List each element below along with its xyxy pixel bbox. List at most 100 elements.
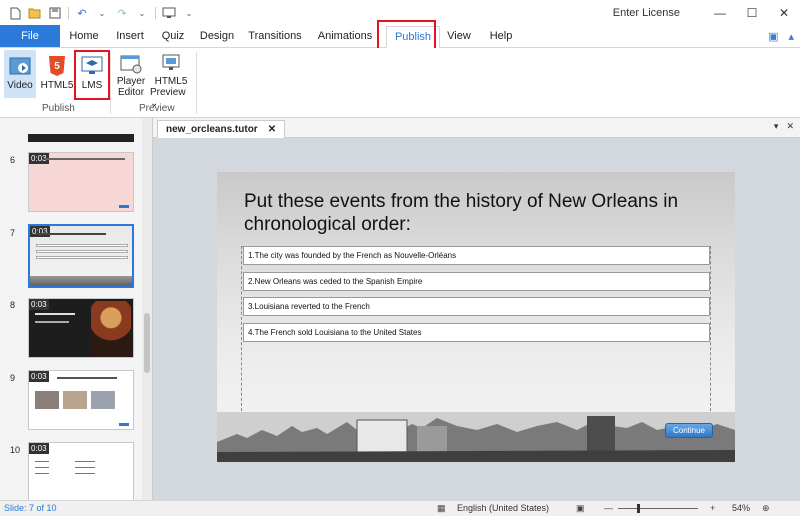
tab-quiz[interactable]: Quiz — [152, 25, 194, 47]
fit-slide-icon[interactable]: ▣ — [576, 503, 585, 514]
tab-insert[interactable]: Insert — [108, 25, 152, 47]
ribbon: Video 5 HTML5 LMS Publish Player Editor … — [0, 48, 800, 118]
slide-number: 8 — [10, 300, 16, 310]
save-icon[interactable] — [48, 6, 62, 20]
slide-thumbnail-6[interactable]: 0:03 — [28, 152, 134, 212]
undo-icon[interactable]: ↶ — [75, 6, 89, 20]
tab-transitions[interactable]: Transitions — [240, 25, 310, 47]
publish-group-label: Publish — [42, 103, 75, 114]
tab-animations[interactable]: Animations — [310, 25, 380, 47]
tab-file[interactable]: File — [0, 25, 60, 47]
zoom-in-button[interactable]: + — [710, 503, 715, 513]
sequence-item[interactable]: 4.The French sold Louisiana to the Unite… — [243, 323, 710, 342]
close-button[interactable]: ✕ — [768, 0, 800, 26]
thumb-text-line — [35, 461, 49, 462]
video-button[interactable]: Video — [4, 50, 36, 98]
slide-thumbnail-7[interactable]: 0:03 — [28, 224, 134, 288]
preview-icon[interactable] — [162, 6, 176, 20]
tab-list-icon[interactable]: ▾ — [774, 121, 779, 132]
slide-number: 9 — [10, 373, 16, 383]
thumb-button — [119, 423, 129, 426]
zoom-out-button[interactable]: — — [604, 503, 613, 513]
thumb-text-line — [36, 256, 128, 259]
status-bar: Slide: 7 of 10 ▦ English (United States)… — [0, 500, 800, 516]
sequence-item[interactable]: 1.The city was founded by the French as … — [243, 246, 710, 265]
slide-panel-scroll-thumb[interactable] — [144, 313, 150, 373]
language-icon: ▦ — [437, 503, 446, 513]
html5-icon: 5 — [45, 54, 69, 78]
slide-editor[interactable]: Put these events from the history of New… — [217, 172, 735, 462]
sequence-item[interactable]: 3.Louisiana reverted to the French — [243, 297, 710, 316]
redo-icon[interactable]: ↷ — [115, 6, 129, 20]
title-bar: ↶ ⌄ ↷ ⌄ ⌄ Enter License — ☐ ✕ — [0, 0, 800, 26]
enter-license-link[interactable]: Enter License — [613, 7, 680, 19]
tab-home[interactable]: Home — [60, 25, 108, 47]
sequence-item[interactable]: 2.New Orleans was ceded to the Spanish E… — [243, 272, 710, 291]
svg-text:5: 5 — [54, 61, 60, 72]
ribbon-tabs: File Home Insert Quiz Design Transitions… — [0, 25, 800, 48]
thumb-portrait-image — [91, 301, 131, 357]
language-selector[interactable]: English (United States) — [457, 503, 549, 513]
document-tab-strip: new_orcleans.tutor ✕ ▾ ✕ — [153, 118, 800, 138]
zoom-slider-track[interactable] — [618, 508, 698, 509]
slide-duration: 0:03 — [29, 299, 49, 310]
player-editor-button[interactable]: Player Editor — [114, 50, 148, 98]
toolbar-divider — [155, 7, 156, 19]
slide-thumbnail-8[interactable]: 0:03 — [28, 298, 134, 358]
thumb-text-line — [75, 467, 95, 468]
document-tab-title: new_orcleans.tutor — [166, 124, 258, 135]
collapse-ribbon-icon[interactable]: ▴ — [788, 30, 794, 43]
continue-button[interactable]: Continue — [665, 423, 713, 438]
lms-button[interactable]: LMS — [77, 50, 107, 98]
window-icon[interactable]: ▣ — [768, 30, 778, 43]
lms-icon — [80, 54, 104, 78]
tab-help[interactable]: Help — [478, 25, 524, 47]
preview-dropdown-icon[interactable]: ⌄ — [182, 6, 196, 20]
html5-preview-icon — [159, 54, 183, 74]
minimize-button[interactable]: — — [704, 0, 736, 26]
html5-preview-button[interactable]: HTML5 Preview ⌄ — [150, 50, 192, 109]
thumb-photo — [91, 391, 115, 409]
video-icon — [8, 54, 32, 78]
open-icon[interactable] — [28, 6, 42, 20]
close-tab-icon[interactable]: ✕ — [268, 124, 276, 135]
html5-button[interactable]: 5 HTML5 — [40, 50, 74, 98]
fit-window-icon[interactable]: ⊕ — [762, 503, 770, 514]
thumb-text-line — [35, 473, 49, 474]
slide-number: 7 — [10, 228, 16, 238]
previous-slide-thumbnail-edge — [28, 134, 134, 142]
thumb-text-line — [75, 473, 95, 474]
new-icon[interactable] — [8, 6, 22, 20]
city-skyline-image — [217, 412, 735, 462]
thumb-text-line — [45, 158, 125, 160]
quick-access-toolbar: ↶ ⌄ ↷ ⌄ ⌄ — [0, 6, 196, 20]
thumb-button — [119, 205, 129, 208]
slide-thumbnail-9[interactable]: 0:03 — [28, 370, 134, 430]
group-divider — [196, 52, 197, 114]
thumb-photo — [35, 391, 59, 409]
slide-duration: 0:03 — [29, 371, 49, 382]
slide-duration: 0:03 — [30, 226, 50, 237]
slide-title[interactable]: Put these events from the history of New… — [244, 190, 684, 236]
zoom-level: 54% — [732, 503, 751, 513]
group-divider — [110, 52, 111, 114]
slide-number: 10 — [10, 445, 21, 455]
preview-group-label: Preview — [139, 103, 175, 114]
slide-thumbnail-10[interactable]: 0:03 — [28, 442, 134, 500]
slide-panel-scrollbar[interactable] — [142, 118, 152, 500]
tab-view[interactable]: View — [440, 25, 478, 47]
thumb-skyline — [30, 276, 132, 286]
thumb-text-line — [35, 467, 49, 468]
maximize-button[interactable]: ☐ — [736, 0, 768, 26]
tab-design[interactable]: Design — [194, 25, 240, 47]
slide-panel[interactable]: 6 0:03 7 0:03 8 0:03 9 0:03 10 0:03 — [0, 118, 153, 500]
toolbar-divider — [68, 7, 69, 19]
zoom-slider-handle[interactable] — [637, 504, 640, 513]
undo-dropdown-icon[interactable]: ⌄ — [95, 6, 109, 20]
close-document-icon[interactable]: ✕ — [786, 121, 794, 132]
redo-dropdown-icon[interactable]: ⌄ — [135, 6, 149, 20]
thumb-text-line — [36, 250, 128, 253]
player-editor-icon — [119, 54, 143, 74]
document-tab[interactable]: new_orcleans.tutor ✕ — [157, 120, 286, 138]
tab-publish[interactable]: Publish — [386, 26, 440, 48]
